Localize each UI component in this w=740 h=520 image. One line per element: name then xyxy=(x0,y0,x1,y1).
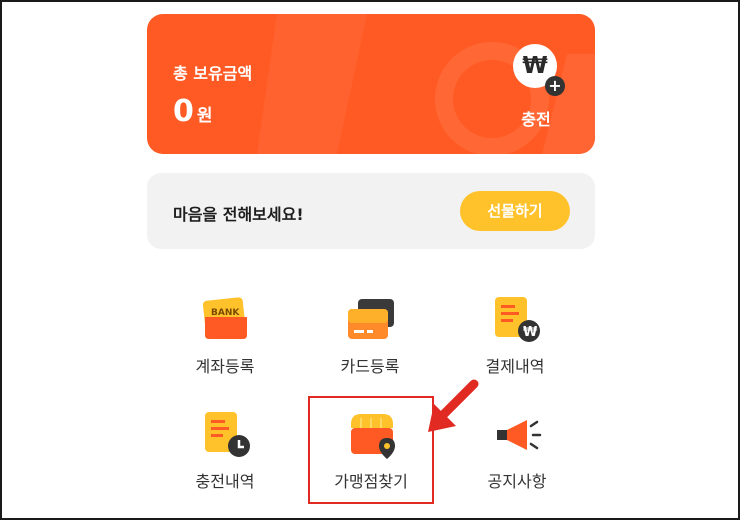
bank-icon-text: BANK xyxy=(211,308,240,318)
bank-icon: BANK xyxy=(202,297,247,339)
balance-title: 총 보유금액 xyxy=(173,64,253,83)
balance-amount: 0원 xyxy=(173,94,213,129)
svg-text:₩: ₩ xyxy=(523,325,538,340)
menu-label-payment-history: 결제내역 xyxy=(485,357,545,376)
menu-item-account[interactable]: BANK 계좌등록 xyxy=(165,295,285,395)
balance-card: 총 보유금액 0원 ₩ + 충전 xyxy=(147,14,595,154)
menu-label-account: 계좌등록 xyxy=(195,357,255,376)
gift-button[interactable]: 선물하기 xyxy=(460,191,570,231)
card-icon xyxy=(348,299,394,339)
menu-label-notice: 공지사항 xyxy=(487,472,547,491)
red-arrow-icon xyxy=(428,379,479,432)
menu-item-card[interactable]: 카드등록 xyxy=(310,295,430,395)
balance-value: 0 xyxy=(173,94,194,129)
payment-history-icon: ₩ xyxy=(495,297,540,342)
balance-unit: 원 xyxy=(196,106,213,126)
gift-banner: 마음을 전해보세요! 선물하기 xyxy=(147,173,595,249)
megaphone-icon xyxy=(497,420,542,450)
menu-label-charge-history: 충전내역 xyxy=(195,472,255,491)
menu-item-charge-history[interactable]: 충전내역 xyxy=(165,410,285,510)
charge-label: 충전 xyxy=(521,110,551,129)
gift-message: 마음을 전해보세요! xyxy=(173,205,304,224)
charge-button[interactable]: ₩ + 충전 xyxy=(507,42,571,142)
plus-icon: + xyxy=(545,76,565,96)
highlight-box xyxy=(308,396,434,504)
screen-frame: 총 보유금액 0원 ₩ + 충전 마음을 전해보세요! 선물하기 BANK 계좌… xyxy=(0,0,740,520)
charge-history-icon xyxy=(205,412,250,457)
menu-label-card: 카드등록 xyxy=(340,357,400,376)
